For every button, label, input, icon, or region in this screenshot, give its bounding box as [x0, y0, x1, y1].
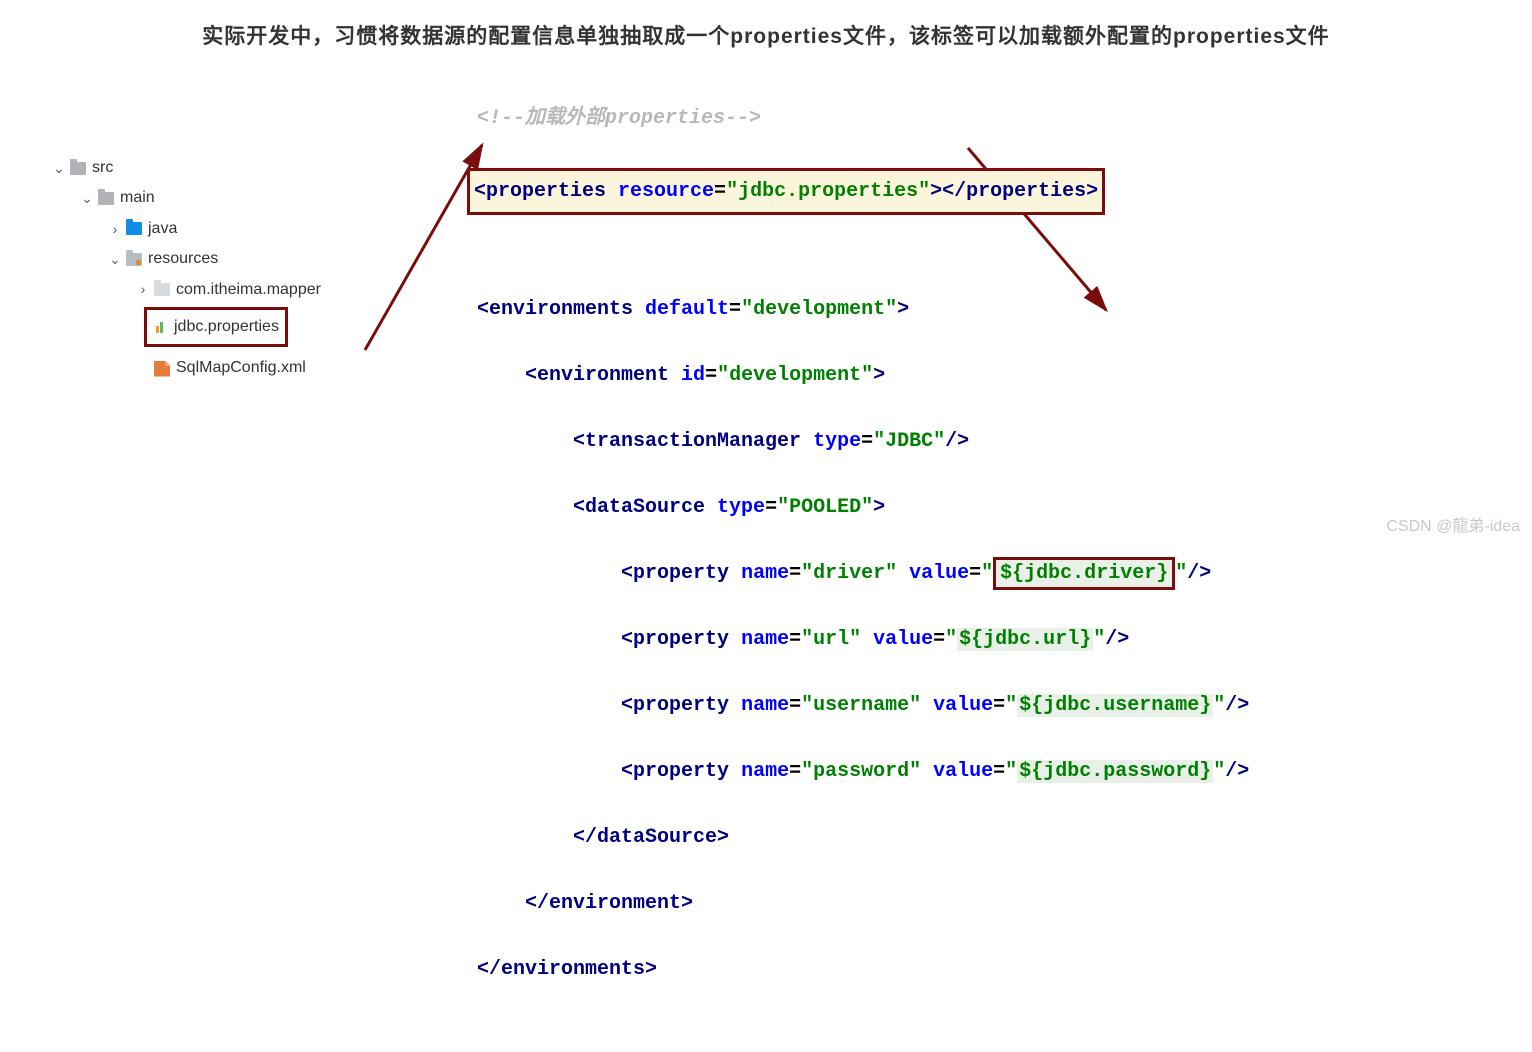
tree-label: java	[148, 214, 177, 244]
code-line: <property name="password" value="${jdbc.…	[477, 755, 1249, 788]
project-tree: ⌄src ⌄main ›java ⌄resources ›com.itheima…	[52, 153, 321, 384]
chevron-down-icon: ⌄	[108, 246, 122, 273]
folder-icon	[98, 192, 114, 205]
tree-label: src	[92, 153, 113, 183]
code-line: </dataSource>	[477, 821, 1249, 854]
code-line: <dataSource type="POOLED">	[477, 491, 1249, 524]
highlight-box: jdbc.properties	[144, 307, 288, 347]
code-line: <environments default="development">	[477, 293, 1249, 326]
watermark: CSDN @龍弟-idea	[1386, 512, 1520, 536]
code-line: <property name="url" value="${jdbc.url}"…	[477, 623, 1249, 656]
folder-icon	[70, 162, 86, 175]
code-block: <!--加载外部properties--> <properties resour…	[477, 69, 1249, 1052]
tree-node-sqlmap[interactable]: SqlMapConfig.xml	[52, 353, 321, 383]
tree-label: main	[120, 183, 155, 213]
tree-label: jdbc.properties	[174, 312, 279, 342]
code-line: <environment id="development">	[477, 359, 1249, 392]
xml-file-icon	[154, 361, 170, 377]
properties-file-icon	[153, 320, 168, 335]
code-line: <property name="username" value="${jdbc.…	[477, 689, 1249, 722]
chevron-right-icon: ›	[108, 216, 122, 243]
tree-label: com.itheima.mapper	[176, 275, 321, 305]
code-line: <transactionManager type="JDBC"/>	[477, 425, 1249, 458]
tree-label: resources	[148, 244, 218, 274]
code-comment: <!--加载外部properties-->	[477, 102, 1249, 135]
page-heading: 实际开发中，习惯将数据源的配置信息单独抽取成一个properties文件，该标签…	[0, 0, 1532, 60]
resources-folder-icon	[126, 253, 142, 266]
code-line: </environment>	[477, 887, 1249, 920]
folder-icon	[126, 222, 142, 235]
code-line: </environments>	[477, 953, 1249, 986]
tree-node-java[interactable]: › java	[52, 214, 321, 244]
tree-label: SqlMapConfig.xml	[176, 353, 306, 383]
tree-node-jdbc[interactable]: jdbc.properties	[52, 307, 321, 347]
code-properties-highlight: <properties resource="jdbc.properties"><…	[467, 168, 1249, 215]
chevron-down-icon: ⌄	[80, 185, 94, 212]
tree-node-mapper[interactable]: › com.itheima.mapper	[52, 275, 321, 305]
chevron-down-icon: ⌄	[52, 155, 66, 182]
folder-icon	[154, 283, 170, 296]
tree-node-resources[interactable]: ⌄ resources	[52, 244, 321, 274]
code-line: <property name="driver" value="${jdbc.dr…	[477, 557, 1249, 590]
tree-node-src[interactable]: ⌄ src	[52, 153, 321, 183]
tree-node-main[interactable]: ⌄ main	[52, 183, 321, 213]
chevron-right-icon: ›	[136, 276, 150, 303]
content-area: ⌄src ⌄main ›java ⌄resources ›com.itheima…	[0, 60, 1532, 540]
